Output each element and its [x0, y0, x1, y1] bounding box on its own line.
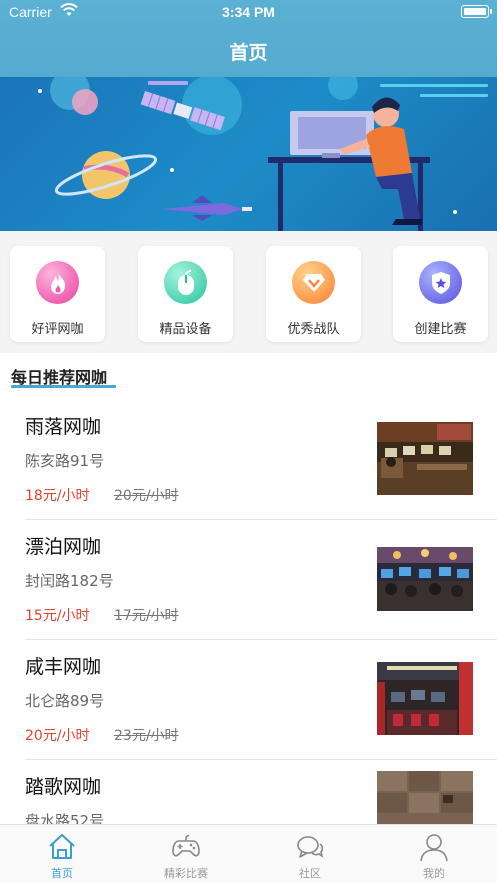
- cafe-original-price: 23元/小时: [114, 728, 179, 744]
- battery-tip: [490, 9, 492, 14]
- status-bar: Carrier 3:34 PM: [0, 0, 497, 26]
- cafe-item[interactable]: 踏歌网咖 盘水路52号: [0, 760, 497, 825]
- category-label: 好评网咖: [31, 322, 84, 337]
- cafe-price: 18元/小时: [25, 488, 90, 504]
- banner-illustration: [38, 77, 488, 231]
- page-title: 首页: [229, 42, 268, 64]
- cafe-address: 北仑路89号: [25, 692, 105, 710]
- cafe-thumbnail[interactable]: [377, 771, 473, 825]
- tab-label: 精彩比赛: [164, 867, 208, 880]
- tab-community[interactable]: 社区: [248, 825, 372, 883]
- cafe-thumbnail[interactable]: [377, 422, 473, 495]
- gamepad-icon: [172, 834, 200, 857]
- cafe-list: 雨落网咖 陈亥路91号 18元/小时 20元/小时 漂泊网咖 封闰路182号 1…: [0, 400, 497, 825]
- home-icon: [49, 834, 75, 859]
- flame-icon: [36, 261, 79, 304]
- category-grid: 好评网咖 精品设备 优秀战队 创建比赛: [0, 231, 497, 353]
- tab-label: 社区: [299, 867, 321, 880]
- cafe-original-price: 17元/小时: [114, 608, 179, 624]
- cafe-price: 20元/小时: [25, 728, 90, 744]
- app-root: Carrier 3:34 PM 首页 好评网咖 精品设备 优秀战队 创建比赛 每…: [0, 0, 497, 883]
- cafe-item[interactable]: 雨落网咖 陈亥路91号 18元/小时 20元/小时: [0, 400, 497, 520]
- category-label: 优秀战队: [287, 322, 340, 337]
- diamond-icon: [292, 261, 335, 304]
- cafe-item[interactable]: 漂泊网咖 封闰路182号 15元/小时 17元/小时: [0, 520, 497, 640]
- section-underline: [11, 385, 116, 388]
- cafe-name: 漂泊网咖: [25, 536, 102, 558]
- category-create-match[interactable]: 创建比赛: [393, 246, 488, 342]
- tab-matches[interactable]: 精彩比赛: [124, 825, 248, 883]
- battery-icon: [461, 5, 489, 18]
- category-label: 创建比赛: [414, 322, 467, 337]
- category-good-reviews[interactable]: 好评网咖: [10, 246, 105, 342]
- tab-bar: 首页 精彩比赛 社区 我的: [0, 824, 497, 883]
- cafe-price: 15元/小时: [25, 608, 90, 624]
- tab-label: 首页: [51, 867, 73, 880]
- chat-icon: [297, 836, 324, 858]
- status-time: 3:34 PM: [222, 4, 275, 20]
- category-top-teams[interactable]: 优秀战队: [266, 246, 361, 342]
- category-premium-equipment[interactable]: 精品设备: [138, 246, 233, 342]
- cafe-name: 咸丰网咖: [25, 656, 102, 678]
- tab-profile[interactable]: 我的: [372, 825, 496, 883]
- cafe-address: 陈亥路91号: [25, 452, 105, 470]
- header: Carrier 3:34 PM 首页: [0, 0, 497, 77]
- cafe-thumbnail[interactable]: [377, 547, 473, 611]
- cafe-item[interactable]: 咸丰网咖 北仑路89号 20元/小时 23元/小时: [0, 640, 497, 760]
- cafe-thumbnail[interactable]: [377, 662, 473, 735]
- cafe-original-price: 20元/小时: [114, 488, 179, 504]
- banner-image[interactable]: [0, 77, 497, 231]
- tab-label: 我的: [423, 867, 445, 880]
- cafe-name: 雨落网咖: [25, 416, 102, 438]
- user-icon: [420, 834, 448, 862]
- shield-star-icon: [419, 261, 462, 304]
- mouse-icon: [164, 261, 207, 304]
- cafe-address: 盘水路52号: [25, 812, 105, 825]
- cafe-address: 封闰路182号: [25, 572, 114, 590]
- category-label: 精品设备: [159, 322, 212, 337]
- tab-home[interactable]: 首页: [0, 825, 124, 883]
- cafe-name: 踏歌网咖: [25, 776, 102, 798]
